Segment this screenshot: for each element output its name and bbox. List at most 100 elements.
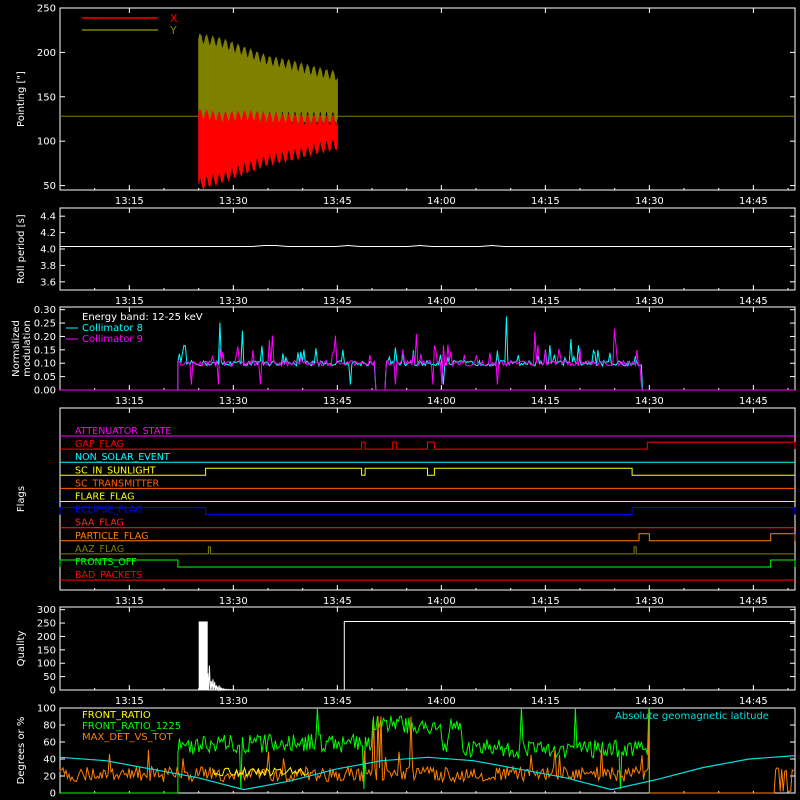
flag-label: ECLIPSE_FLAG [75,505,143,516]
legend-label: Collimator 8 [82,323,143,334]
y-tick-label: 150 [37,92,56,103]
flag-trace [59,559,796,568]
flag-label: ATTENUATOR_STATE [75,426,171,437]
y-axis-label: modulation [22,320,33,377]
flag-label: SAA_FLAG [75,518,124,529]
y-axis-label: Quality [16,631,27,667]
x-tick-label: 14:45 [739,396,768,407]
legend-label: Collimator 9 [82,334,143,345]
x-tick-label: 14:30 [635,296,664,307]
y-tick-label: 100 [37,137,56,148]
x-tick-label: 13:15 [115,396,144,407]
flag-label: AAZ_FLAG [75,544,124,555]
y-tick-label: 150 [37,645,56,656]
panel-2: 13:15 13:30 13:45 14:00 14:15 14:30 14:45 3.6 3.… [16,207,796,307]
x-tick-label: 14:00 [427,696,456,707]
y-tick-label: 250 [37,4,56,15]
x-tick-label: 14:15 [531,696,560,707]
x-tick-label: 13:15 [115,696,144,707]
y-tick-label: 100 [37,704,56,715]
y-tick-label: 0.15 [34,345,56,356]
y-tick-label: 4.0 [40,245,56,256]
y-tick-label: 0 [50,686,56,697]
x-tick-label: 13:45 [323,196,352,207]
y-tick-label: 0.20 [34,332,56,343]
modulation-collimator-8 [177,316,643,391]
x-tick-label: 14:30 [635,696,664,707]
x-tick-label: 13:30 [219,396,248,407]
flag-trace [59,507,796,516]
x-tick-label: 14:45 [739,696,768,707]
y-tick-label: 40 [43,755,56,766]
y-axis-label: Normalized [11,320,22,377]
flag-trace [60,441,796,450]
panel-4: 13:15 13:30 13:45 14:00 14:15 14:30 14:45 Flags… [16,407,796,607]
flag-label: SC_TRANSMITTER [75,478,160,489]
y-tick-label: 50 [43,181,56,192]
legend-label: MAX_DET_VS_TOT [82,732,174,743]
panel-3: 13:15 13:30 13:45 14:00 14:15 14:30 14:45 0.00 0… [11,305,796,407]
y-tick-label: 100 [37,659,56,670]
y-axis-label: Flags [16,486,27,512]
y-tick-label: 0.25 [34,319,56,330]
flag-label: SC_IN_SUNLIGHT [75,465,156,476]
y-tick-label: 300 [37,605,56,616]
quality-step [343,620,795,690]
geomagnetic-latitude-trace [59,755,796,791]
flag-label: FLARE_FLAG [75,492,135,503]
x-tick-label: 13:15 [115,296,144,307]
legend-label: FRONT_RATIO [82,710,151,721]
y-tick-label: 3.8 [40,261,56,272]
quality-decay [207,665,233,692]
legend-label: Absolute geomagnetic latitude [615,711,769,722]
x-tick-label: 14:15 [531,596,560,607]
y-tick-label: 0.10 [34,359,56,370]
y-tick-label: 4.4 [40,212,56,223]
panel-5: 13:15 13:30 13:45 14:00 14:15 14:30 14:45 0 50 10… [16,605,796,707]
y-tick-label: 250 [37,619,56,630]
plot-frame [59,207,796,291]
rhessi-quicklook-stack: 13:15 13:30 13:45 14:00 14:15 14:30 14:45 50 100… [11,4,796,800]
y-tick-label: 0.30 [34,305,56,316]
flag-trace [60,546,795,555]
x-tick-label: 13:30 [219,196,248,207]
y-tick-label: 200 [37,632,56,643]
x-tick-label: 14:30 [635,396,664,407]
x-tick-label: 14:30 [635,596,664,607]
x-tick-label: 13:45 [323,596,352,607]
y-tick-label: 4.2 [40,228,56,239]
x-tick-label: 14:45 [739,196,768,207]
x-tick-label: 13:45 [323,296,352,307]
flag-label: FRONTS_OFF [75,557,137,568]
flag-label: GAP_FLAG [75,439,124,450]
legend-label: Y [169,24,177,37]
x-tick-label: 14:15 [531,296,560,307]
legend-title: Energy band: 12-25 keV [82,312,203,323]
y-tick-label: 80 [43,721,56,732]
flag-trace [60,467,795,476]
flag-label: BAD_PACKETS [75,570,142,581]
y-tick-label: 0.05 [34,372,56,383]
y-axis-label: Pointing ["] [16,71,27,127]
x-tick-label: 14:45 [739,296,768,307]
y-tick-label: 0 [50,789,56,800]
x-tick-label: 14:00 [427,596,456,607]
quality-block [198,621,208,690]
series-band-y [198,33,338,125]
panel-1: 13:15 13:30 13:45 14:00 14:15 14:30 14:45 50 100… [16,4,796,207]
x-tick-label: 14:15 [531,196,560,207]
flag-trace [60,533,796,542]
x-tick-label: 13:30 [219,596,248,607]
flag-label: NON_SOLAR_EVENT [75,452,170,463]
y-axis-label: Degrees or % [16,717,27,785]
x-tick-label: 14:15 [531,396,560,407]
x-tick-label: 13:45 [323,696,352,707]
x-tick-label: 13:30 [219,296,248,307]
roll-period-line [60,245,792,248]
y-tick-label: 0.00 [34,386,56,397]
y-tick-label: 60 [43,738,56,749]
x-tick-label: 14:00 [427,196,456,207]
x-tick-label: 13:15 [115,596,144,607]
y-tick-label: 3.6 [40,277,56,288]
x-tick-label: 13:30 [219,696,248,707]
